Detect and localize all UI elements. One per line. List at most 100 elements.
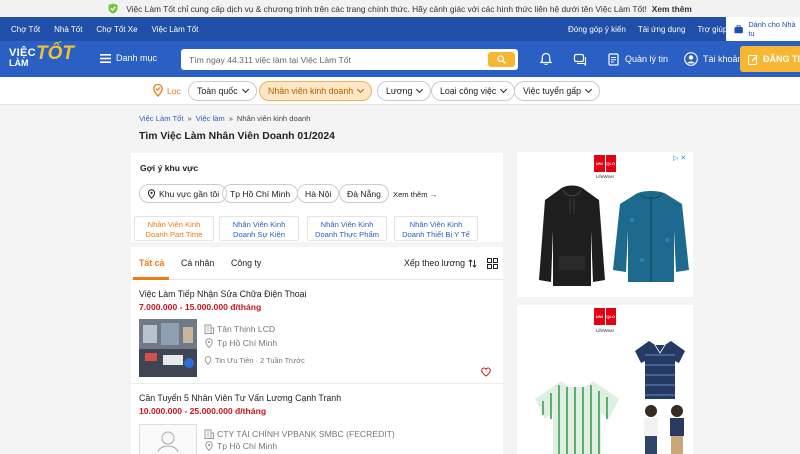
suggest-card-thuc-pham[interactable]: Nhân Viên Kinh Doanh Thực Phẩm [307, 216, 387, 241]
job-meta: Tin Ưu Tiên · 2 Tuần Trước [204, 356, 305, 365]
card-line-2: Doanh Part Time [145, 229, 203, 239]
breadcrumb-home[interactable]: Việc Làm Tốt [139, 114, 183, 123]
search-button[interactable] [488, 52, 515, 67]
search-input[interactable] [181, 49, 471, 70]
chat-icon[interactable] [573, 52, 587, 66]
active-tab-indicator [133, 277, 169, 280]
ad-choices-icon[interactable]: ▷ ✕ [673, 154, 689, 163]
chip-loai-cong-viec[interactable]: Loại công việc [431, 81, 516, 101]
hamburger-icon [100, 53, 111, 63]
nav-cho-tot-xe[interactable]: Chợ Tốt Xe [96, 25, 137, 34]
map-pin-icon [147, 188, 156, 199]
filter-button[interactable]: Lọc [151, 83, 181, 98]
nav-cho-tot[interactable]: Chợ Tốt [11, 25, 40, 34]
job-item[interactable]: Việc Làm Tiếp Nhận Sửa Chữa Điện Thoại 7… [131, 281, 503, 384]
job-location: Tp Hồ Chí Minh [204, 338, 277, 348]
listing-tabs: Tất cả Cá nhân Công ty Xếp theo lương [131, 247, 503, 280]
chevron-down-icon [416, 85, 424, 94]
card-line-2: Doanh Sự Kiện [233, 229, 285, 239]
nav-download-app[interactable]: Tải ứng dụng [638, 25, 686, 34]
uniqlo-logo: UNI QLO [594, 155, 616, 172]
save-job-heart-icon[interactable] [481, 367, 491, 377]
nav-viec-lam-tot[interactable]: Việc Làm Tốt [152, 25, 199, 34]
location-pin-icon [205, 441, 213, 451]
chip-nhan-vien-kinh-doanh[interactable]: Nhân viên kinh doanh [259, 81, 373, 101]
region-ha-noi[interactable]: Hà Nội [297, 184, 340, 203]
filter-label: Lọc [167, 85, 181, 96]
manage-posts-icon [608, 52, 619, 66]
job-item[interactable]: Cần Tuyển 5 Nhân Viên Tư Vấn Lương Cạnh … [131, 385, 503, 454]
chip-label: Nhân viên kinh doanh [268, 86, 354, 96]
card-line-1: Nhân Viên Kinh [147, 220, 201, 229]
nav-nha-tot[interactable]: Nhà Tốt [54, 25, 82, 34]
breadcrumb-viec-lam[interactable]: Việc làm [196, 114, 225, 123]
striped-shirt-image [535, 381, 619, 454]
logo-word-uni: UNI [594, 308, 605, 325]
chevron-down-icon [241, 85, 249, 94]
chevron-down-icon [500, 85, 508, 94]
header-actions: Quản lý tin Tài khoản [539, 52, 755, 66]
region-da-nang[interactable]: Đà Nẵng [339, 184, 389, 203]
main-header: VIỆC LÀM TỐT Danh mục Quản lý tin Tài kh… [0, 41, 800, 77]
chevron-down-icon [585, 85, 593, 94]
sort-label: Xếp theo lương [404, 258, 466, 268]
employer-button[interactable]: Dành cho Nhà tu [726, 17, 800, 41]
sort-by-salary[interactable]: Xếp theo lương [404, 258, 477, 268]
post-ad-button[interactable]: ĐĂNG TI [740, 46, 800, 72]
tab-individual[interactable]: Cá nhân [181, 258, 214, 268]
bell-icon[interactable] [539, 52, 553, 66]
card-line-2: Doanh Thực Phẩm [314, 229, 380, 239]
job-salary: 10.000.000 - 25.000.000 đ/tháng [139, 406, 267, 416]
see-more-regions-link[interactable]: Xem thêm → [393, 190, 437, 199]
building-icon [204, 324, 214, 334]
chip-label: Lương [386, 86, 413, 96]
location-filter-icon [153, 83, 163, 97]
suggest-card-su-kien[interactable]: Nhân Viên Kinh Doanh Sự Kiện [219, 216, 299, 241]
warning-more-link[interactable]: Xem thêm [652, 4, 692, 14]
sidebar-ad-1[interactable]: UNI QLO LifeWear ▷ ✕ [517, 152, 693, 297]
suggest-card-part-time[interactable]: Nhân Viên Kinh Doanh Part Time [134, 216, 214, 241]
job-title[interactable]: Việc Làm Tiếp Nhận Sửa Chữa Điện Thoại [139, 289, 306, 299]
job-thumbnail [139, 319, 197, 377]
priority-pin-icon [204, 356, 212, 365]
category-menu-button[interactable]: Danh mục [100, 53, 157, 63]
chip-luong[interactable]: Lương [377, 81, 432, 101]
search-icon [497, 55, 506, 64]
sidebar-ad-2[interactable]: UNI QLO LifeWear [517, 305, 693, 454]
building-icon [204, 429, 214, 439]
card-line-1: Nhân Viên Kinh [320, 220, 374, 229]
breadcrumb-current: Nhân viên kinh doanh [236, 114, 311, 123]
manage-posts-link[interactable]: Quản lý tin [625, 54, 668, 64]
nav-help[interactable]: Trợ giúp [697, 25, 727, 34]
job-list-panel: Tất cả Cá nhân Công ty Xếp theo lương Vi… [131, 247, 503, 454]
chip-label: Loại công việc [440, 86, 497, 96]
region-hcm[interactable]: Tp Hồ Chí Minh [222, 184, 299, 203]
post-ad-label: ĐĂNG TI [763, 54, 800, 64]
briefcase-icon [734, 24, 743, 33]
kids-model-image [644, 405, 684, 454]
category-menu-label: Danh mục [116, 53, 158, 63]
tab-all[interactable]: Tất cả [139, 258, 164, 268]
job-company: Tân Thịnh LCD [204, 324, 275, 334]
top-nav: Chợ Tốt Nhà Tốt Chợ Tốt Xe Việc Làm Tốt … [0, 17, 800, 41]
chip-label: Việc tuyển gấp [523, 86, 582, 96]
grid-view-icon[interactable] [487, 258, 498, 269]
region-near-me[interactable]: Khu vực gần tôi [139, 184, 228, 203]
job-title[interactable]: Cần Tuyển 5 Nhân Viên Tư Vấn Lương Cạnh … [139, 393, 341, 403]
nav-feedback[interactable]: Đóng góp ý kiến [568, 25, 626, 34]
edit-icon [748, 54, 759, 65]
location-name: Tp Hồ Chí Minh [217, 441, 278, 451]
job-location: Tp Hồ Chí Minh [204, 441, 277, 451]
tab-company[interactable]: Công ty [231, 258, 261, 268]
site-logo[interactable]: VIỆC LÀM TỐT [9, 43, 91, 72]
suggest-card-thiet-bi-y-te[interactable]: Nhân Viên Kinh Doanh Thiết Bị Y Tế [394, 216, 478, 241]
navy-polo-shirt-image [635, 341, 685, 399]
account-menu[interactable]: Tài khoản [703, 54, 743, 64]
account-avatar-icon [684, 52, 698, 66]
chip-viec-tuyen-gap[interactable]: Việc tuyển gấp [514, 81, 601, 101]
logo-word-tot: TỐT [36, 43, 74, 64]
see-more-label: Xem thêm [393, 190, 428, 199]
card-line-1: Nhân Viên Kinh [232, 220, 286, 229]
chip-toan-quoc[interactable]: Toàn quốc [188, 81, 257, 101]
logo-word-qlo: QLO [605, 155, 616, 172]
